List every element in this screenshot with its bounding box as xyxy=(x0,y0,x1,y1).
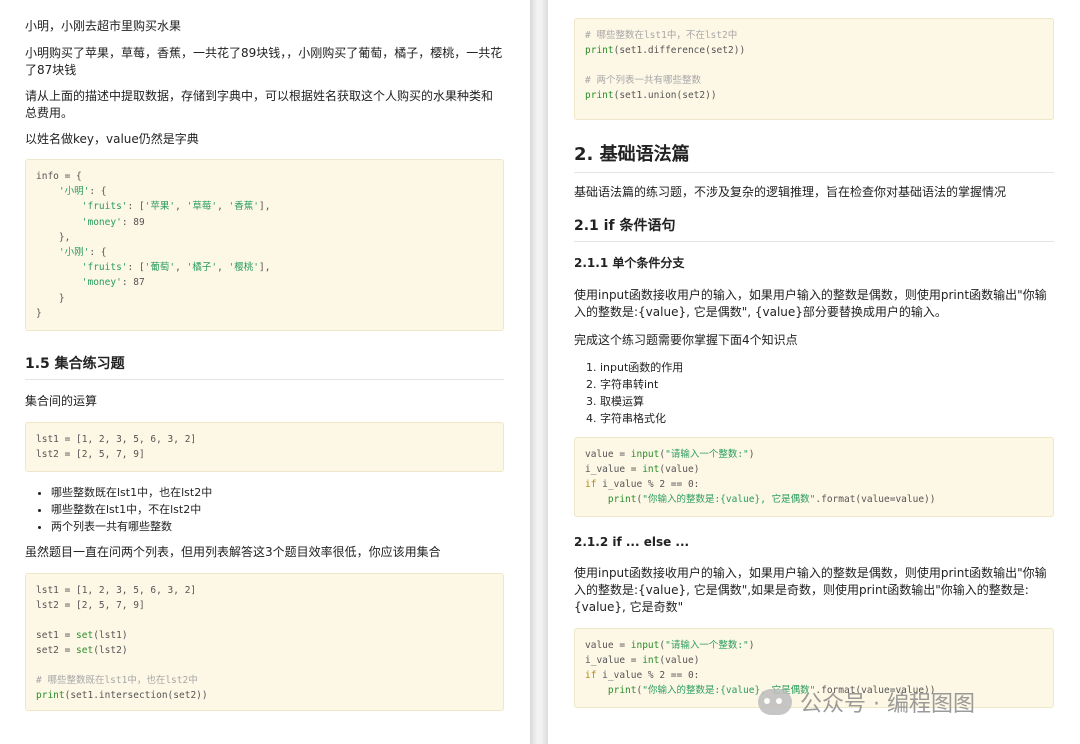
section-heading-if: 2.1 if 条件语句 xyxy=(574,215,1054,242)
watermark-text: 公众号 · 编程图图 xyxy=(800,692,975,717)
list-item: 哪些整数既在lst1中，也在lst2中 xyxy=(51,484,504,501)
list-item: 两个列表一共有哪些整数 xyxy=(51,518,504,535)
paragraph-intro: 小明，小刚去超市里购买水果 xyxy=(25,19,182,33)
section-heading-sets: 1.5 集合练习题 xyxy=(25,353,504,380)
wechat-icon xyxy=(758,689,792,715)
list-item: 取模运算 xyxy=(600,393,1054,410)
code-block-lists: lst1 = [1, 2, 3, 5, 6, 3, 2] lst2 = [2, … xyxy=(25,422,504,472)
list-item: input函数的作用 xyxy=(600,359,1054,376)
paragraph-if-else: 使用input函数接收用户的输入，如果用户输入的整数是偶数，则使用print函数… xyxy=(574,566,1047,614)
code-block-sets: lst1 = [1, 2, 3, 5, 6, 3, 2] lst2 = [2, … xyxy=(25,573,504,711)
code-block-single-branch: value = input("请输入一个整数:") i_value = int(… xyxy=(574,437,1054,517)
code-block-dict: info = { '小明': { 'fruits': ['苹果', '草莓', … xyxy=(25,159,504,331)
paragraph-hint: 以姓名做key，value仍然是字典 xyxy=(25,132,199,146)
page-divider xyxy=(530,0,548,744)
list-item: 字符串转int xyxy=(600,376,1054,393)
section-heading-basics: 2. 基础语法篇 xyxy=(574,140,1054,173)
knowledge-list: input函数的作用 字符串转int 取模运算 字符串格式化 xyxy=(574,359,1054,427)
watermark: 公众号 · 编程图图 xyxy=(758,686,975,718)
paragraph-task: 请从上面的描述中提取数据，存储到字典中，可以根据姓名获取这个人购买的水果种类和总… xyxy=(25,89,494,120)
list-item: 哪些整数在lst1中，不在lst2中 xyxy=(51,501,504,518)
question-list: 哪些整数既在lst1中，也在lst2中 哪些整数在lst1中，不在lst2中 两… xyxy=(25,484,504,535)
paragraph-knowledge: 完成这个练习题需要你掌握下面4个知识点 xyxy=(574,333,798,347)
paragraph-purchase: 小明购买了苹果，草莓，香蕉，一共花了89块钱，，小刚购买了葡萄，橘子，樱桃，一共… xyxy=(25,46,503,77)
paragraph-note: 虽然题目一直在问两个列表，但用列表解答这3个题目效率很低，你应该用集合 xyxy=(25,545,441,559)
left-page: 小明，小刚去超市里购买水果 小明购买了苹果，草莓，香蕉，一共花了89块钱，，小刚… xyxy=(0,0,530,744)
paragraph-set-ops: 集合间的运算 xyxy=(25,394,98,408)
subsection-heading-if-else: 2.1.2 if ... else ... xyxy=(574,535,690,549)
subsection-heading-single-branch: 2.1.1 单个条件分支 xyxy=(574,256,685,270)
paragraph-single-branch: 使用input函数接收用户的输入，如果用户输入的整数是偶数，则使用print函数… xyxy=(574,288,1047,319)
paragraph-basics-intro: 基础语法篇的练习题，不涉及复杂的逻辑推理，旨在检查你对基础语法的掌握情况 xyxy=(574,185,1007,199)
code-block-set-ops: # 哪些整数在lst1中，不在lst2中 print(set1.differen… xyxy=(574,18,1054,120)
list-item: 字符串格式化 xyxy=(600,410,1054,427)
right-page: # 哪些整数在lst1中，不在lst2中 print(set1.differen… xyxy=(548,0,1080,744)
